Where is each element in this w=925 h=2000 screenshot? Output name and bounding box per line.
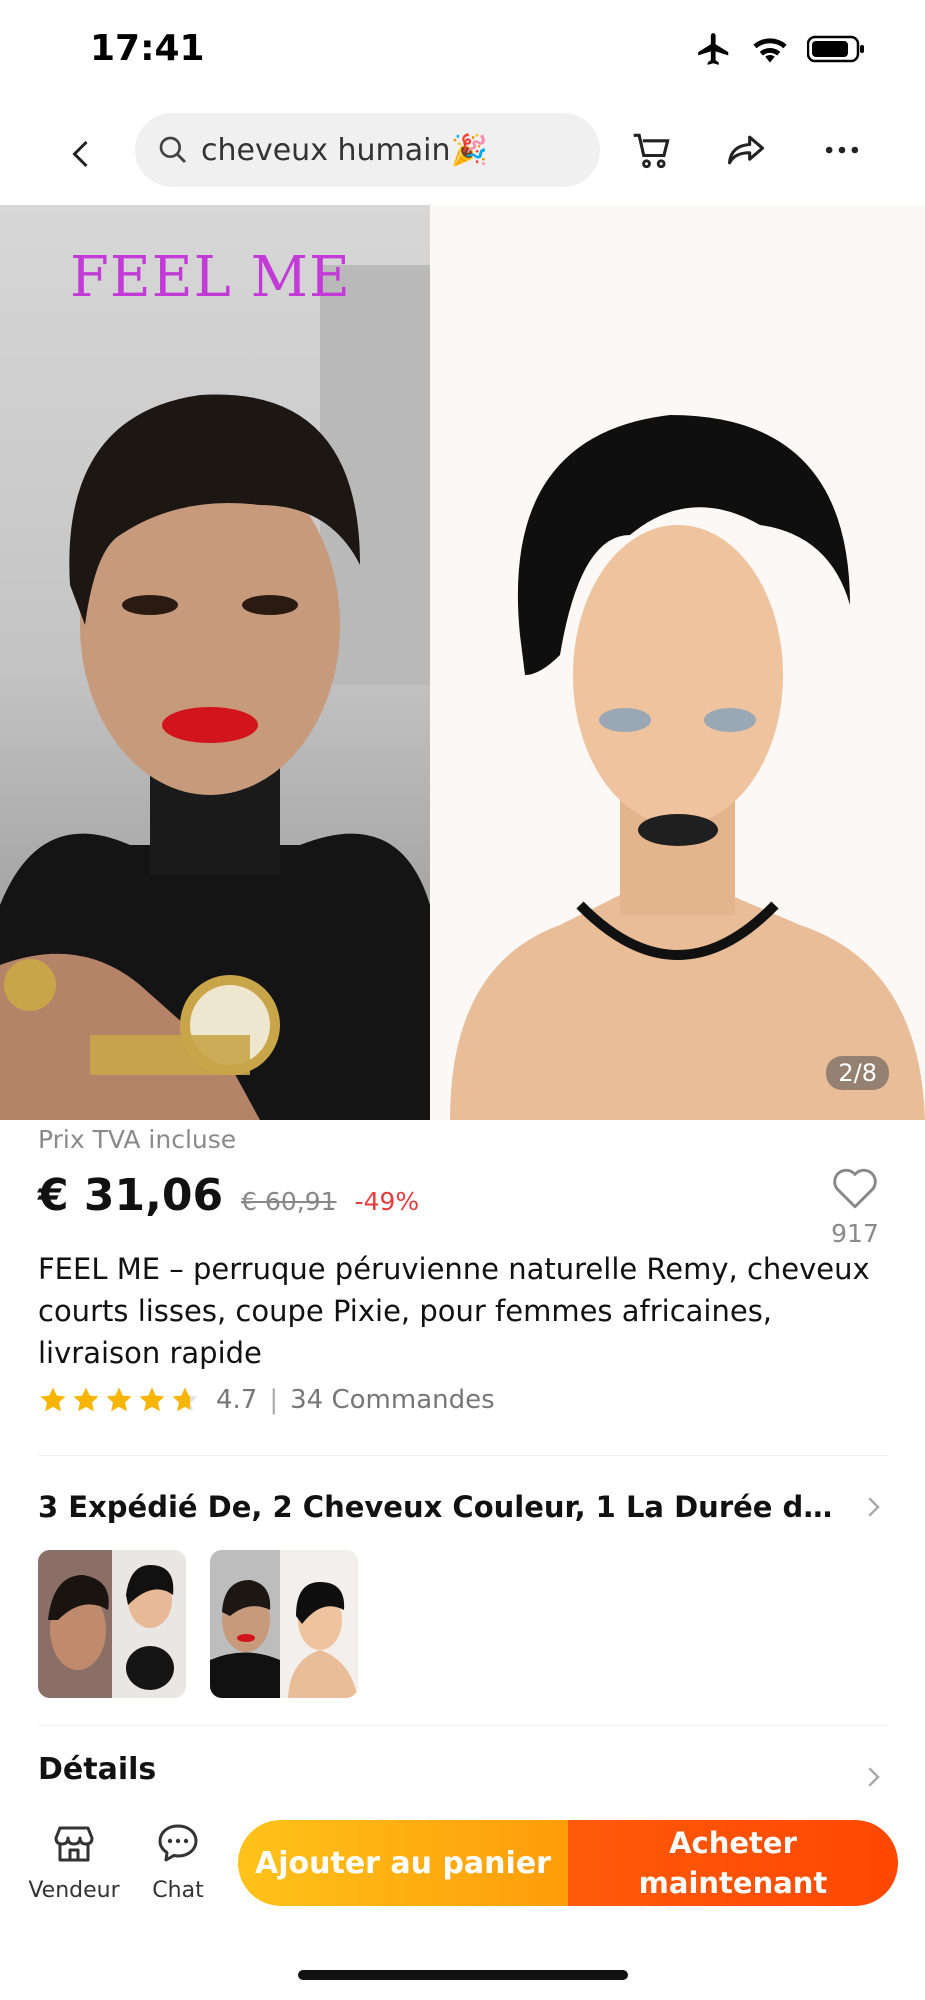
status-bar: 17:41 — [0, 0, 925, 100]
seller-label: Vendeur — [28, 1878, 120, 1903]
rating-value: 4.7 — [216, 1385, 258, 1415]
cart-button[interactable] — [622, 120, 682, 180]
cart-icon — [633, 133, 670, 169]
wishlist-button[interactable]: 917 — [827, 1165, 883, 1248]
chat-icon — [158, 1824, 198, 1862]
more-icon — [825, 146, 859, 154]
seller-button[interactable]: Vendeur — [24, 1820, 124, 1903]
order-count: 34 Commandes — [290, 1385, 495, 1415]
half-star-icon — [172, 1387, 198, 1412]
battery-icon — [807, 34, 865, 64]
share-button[interactable] — [716, 120, 776, 180]
search-header: cheveux humain🎉 — [0, 110, 925, 190]
heart-icon — [833, 1168, 877, 1209]
variant-thumbnail[interactable] — [38, 1550, 186, 1698]
variant-thumbnails — [38, 1550, 358, 1698]
details-label: Détails — [38, 1752, 157, 1787]
share-icon — [727, 135, 765, 165]
divider — [38, 1725, 888, 1726]
back-button[interactable] — [52, 124, 112, 184]
original-price: € 60,91 — [241, 1187, 337, 1216]
details-row[interactable]: Détails — [38, 1752, 888, 1802]
product-gallery[interactable]: FEEL ME 2/8 — [0, 205, 925, 1120]
discount-badge: -49% — [354, 1187, 420, 1216]
brand-overlay-text: FEEL ME — [70, 245, 351, 310]
buy-now-button[interactable]: Acheter maintenant — [568, 1820, 898, 1906]
more-button[interactable] — [812, 120, 872, 180]
gallery-page-indicator: 2/8 — [826, 1056, 889, 1090]
star-icon — [139, 1387, 165, 1412]
star-icon — [73, 1387, 99, 1412]
home-indicator — [298, 1970, 628, 1980]
add-to-cart-button[interactable]: Ajouter au panier — [238, 1820, 568, 1906]
store-icon — [54, 1826, 94, 1862]
rating-row[interactable]: 4.7 | 34 Commandes — [38, 1385, 495, 1415]
airplane-icon — [695, 30, 733, 68]
status-icons — [695, 30, 865, 68]
search-query: cheveux humain🎉 — [201, 132, 488, 168]
chat-label: Chat — [152, 1878, 204, 1903]
wifi-icon — [751, 34, 789, 64]
search-icon — [159, 136, 187, 164]
chevron-right-icon — [868, 1767, 880, 1787]
bottom-action-bar: Vendeur Chat Ajouter au panier Acheter m… — [0, 1810, 925, 1920]
variant-thumbnail[interactable] — [210, 1550, 358, 1698]
rating-separator: | — [269, 1385, 279, 1415]
star-icon — [106, 1387, 132, 1412]
chat-button[interactable]: Chat — [128, 1820, 228, 1903]
current-price: € 31,06 — [38, 1170, 224, 1221]
wishlist-count: 917 — [831, 1219, 879, 1248]
status-time: 17:41 — [90, 28, 205, 69]
divider — [38, 1455, 888, 1456]
tax-note: Prix TVA incluse — [38, 1125, 237, 1154]
chevron-right-icon — [868, 1497, 880, 1517]
star-icon — [40, 1387, 66, 1412]
cta-group: Ajouter au panier Acheter maintenant — [238, 1820, 898, 1906]
product-photo-model: FEEL ME — [0, 205, 430, 1120]
variants-selector[interactable]: 3 Expédié De, 2 Cheveux Couleur, 1 La Du… — [38, 1482, 888, 1532]
product-photo-mannequin: 2/8 — [430, 205, 925, 1120]
star-rating — [38, 1385, 200, 1415]
chevron-left-icon — [72, 140, 88, 168]
search-input[interactable]: cheveux humain🎉 — [135, 113, 600, 187]
product-title: FEEL ME – perruque péruvienne naturelle … — [38, 1252, 870, 1370]
variants-summary: 3 Expédié De, 2 Cheveux Couleur, 1 La Du… — [38, 1490, 838, 1524]
price-row: € 31,06 € 60,91 -49% — [38, 1170, 419, 1221]
